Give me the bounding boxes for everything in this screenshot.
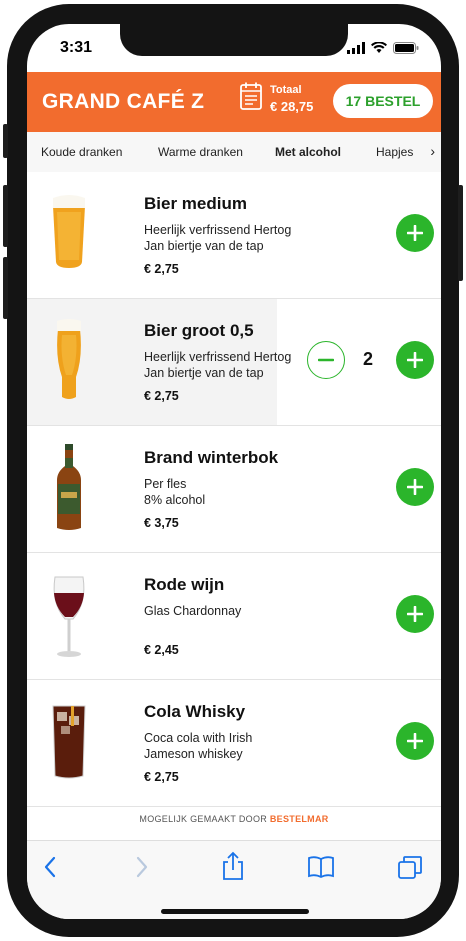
item-description-line: Jameson whiskey: [144, 747, 243, 761]
add-item-button[interactable]: [396, 722, 434, 760]
item-description-line: Jan biertje van de tap: [144, 366, 264, 380]
total-value: € 28,75: [270, 99, 314, 114]
tab-koude-dranken[interactable]: Koude dranken: [41, 145, 122, 159]
menu-item: Bier medium Heerlijk verfrissend Hertog …: [27, 172, 441, 299]
item-description-line: Glas Chardonnay: [144, 604, 242, 618]
powered-by-note: MOGELIJK GEMAAKT DOOR BESTELMAR: [27, 814, 441, 824]
menu-item: Cola Whisky Coca cola with Irish Jameson…: [27, 680, 441, 807]
item-price: € 2,75: [144, 770, 179, 784]
wifi-icon: [371, 41, 387, 59]
add-item-button[interactable]: [396, 468, 434, 506]
menu-item: Bier groot 0,5 Heerlijk verfrissend Hert…: [27, 299, 441, 426]
beer-glass-large-icon: [47, 317, 91, 399]
browser-toolbar: [27, 840, 441, 919]
menu-item: Rode wijn Glas Chardonnay € 2,45: [27, 553, 441, 680]
item-price: € 3,75: [144, 516, 179, 530]
plus-icon: [407, 225, 423, 241]
item-description-line: 8% alcohol: [144, 493, 206, 507]
item-description-line: Coca cola with Irish: [144, 731, 253, 745]
device-notch: [120, 24, 348, 56]
app-header: GRAND CAFÉ Z Totaal € 28,75 17 BESTEL: [27, 72, 441, 132]
plus-icon: [407, 352, 423, 368]
item-price: € 2,75: [144, 389, 179, 403]
beer-glass-medium-icon: [47, 192, 91, 272]
item-quantity: 2: [363, 349, 374, 369]
tab-met-alcohol[interactable]: Met alcohol: [275, 145, 341, 159]
share-icon[interactable]: [221, 851, 245, 886]
item-price: € 2,75: [144, 262, 179, 276]
item-name: Cola Whisky: [144, 702, 246, 721]
battery-icon: [393, 41, 419, 59]
mute-switch: [3, 124, 8, 158]
minus-icon: [318, 358, 334, 362]
add-item-button[interactable]: [396, 214, 434, 252]
item-name: Brand winterbok: [144, 448, 279, 467]
item-name: Bier groot 0,5: [144, 321, 254, 340]
item-description-line: Heerlijk verfrissend Hertog: [144, 350, 292, 364]
bookmarks-icon[interactable]: [307, 855, 335, 884]
powered-by-text: MOGELIJK GEMAAKT DOOR: [139, 814, 268, 824]
plus-icon: [407, 733, 423, 749]
power-button: [458, 185, 463, 281]
item-description-line: Per fles: [144, 477, 187, 491]
category-tabs: Koude dranken Warme dranken Met alcohol …: [27, 132, 441, 173]
volume-down-button: [3, 257, 8, 319]
cola-glass-icon: [47, 702, 91, 782]
back-icon[interactable]: [43, 855, 57, 884]
volume-up-button: [3, 185, 8, 247]
menu-item: Brand winterbok Per fles 8% alcohol € 3,…: [27, 426, 441, 553]
item-description-line: Jan biertje van de tap: [144, 239, 264, 253]
wine-glass-icon: [47, 573, 91, 657]
item-name: Rode wijn: [144, 575, 225, 594]
item-price: € 2,45: [144, 643, 179, 657]
chevron-right-icon[interactable]: ›: [430, 143, 435, 159]
tab-hapjes[interactable]: Hapjes: [376, 145, 413, 159]
tab-warme-dranken[interactable]: Warme dranken: [158, 145, 243, 159]
powered-by-link[interactable]: BESTELMAR: [270, 814, 329, 824]
total-label: Totaal: [270, 84, 302, 96]
status-time: 3:31: [60, 39, 93, 56]
tabs-icon[interactable]: [397, 855, 423, 886]
order-total: Totaal € 28,75: [240, 82, 313, 115]
signal-icon: [347, 41, 365, 59]
brand-title: GRAND CAFÉ Z: [42, 90, 205, 113]
add-item-button[interactable]: [396, 341, 434, 379]
item-name: Bier medium: [144, 194, 247, 213]
add-item-button[interactable]: [396, 595, 434, 633]
home-indicator: [161, 909, 309, 914]
order-button[interactable]: 17 BESTEL: [333, 84, 433, 118]
item-description-line: Heerlijk verfrissend Hertog: [144, 223, 292, 237]
plus-icon: [407, 479, 423, 495]
app-screen: 3:31 GRAND CAFÉ Z Totaal € 28,75 17 BEST…: [27, 24, 441, 919]
plus-icon: [407, 606, 423, 622]
beer-bottle-icon: [47, 444, 91, 530]
forward-icon[interactable]: [135, 855, 149, 884]
remove-item-button[interactable]: [307, 341, 345, 379]
receipt-icon: [240, 82, 262, 115]
